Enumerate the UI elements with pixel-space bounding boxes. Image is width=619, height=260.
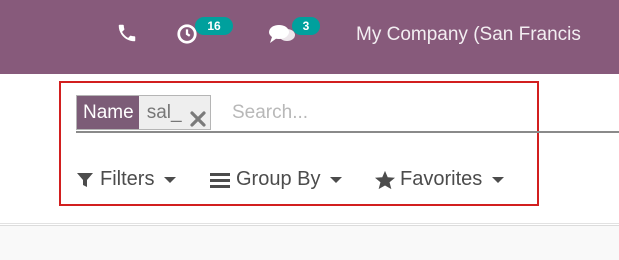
favorites-dropdown[interactable]: Favorites [374,168,505,191]
phone-icon[interactable] [116,22,138,49]
facet-value-wrap: sal_ [138,96,210,129]
close-icon[interactable] [189,105,206,127]
filter-icon [76,171,94,189]
bars-icon [210,171,230,189]
search-input[interactable] [232,98,612,128]
search-facet[interactable]: Name sal_ [76,95,211,130]
search-underline [76,131,619,133]
top-navbar: 16 3 My Company (San Francis [0,0,619,74]
caret-down-icon [330,176,343,183]
favorites-label: Favorites [400,168,483,190]
filters-dropdown[interactable]: Filters [76,168,177,191]
caret-down-icon [492,176,505,183]
caret-down-icon [164,176,177,183]
star-icon [374,170,396,190]
company-switcher[interactable]: My Company (San Francis [356,24,581,46]
facet-value: sal_ [146,102,182,123]
messages-count-badge: 3 [292,17,320,35]
group-by-dropdown[interactable]: Group By [210,168,343,191]
activity-count-badge: 16 [195,17,233,35]
filters-label: Filters [100,168,155,190]
group-by-label: Group By [236,168,321,190]
content-area [0,225,619,260]
facet-label: Name [77,96,139,129]
